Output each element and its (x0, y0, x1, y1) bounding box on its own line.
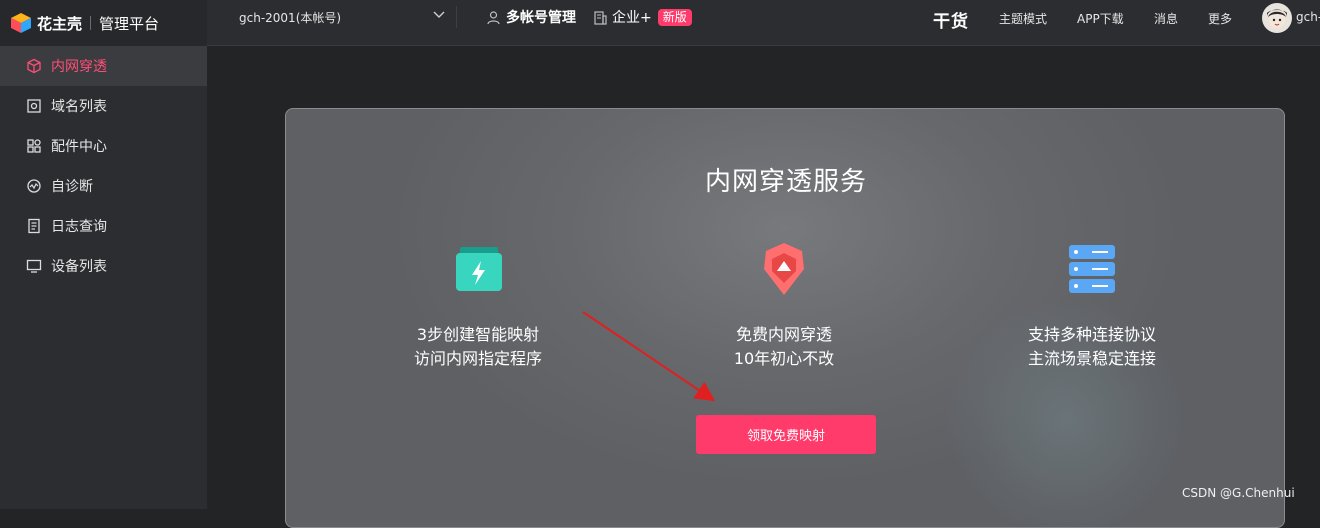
building-icon (594, 10, 607, 25)
sidebar-item-label: 设备列表 (51, 259, 107, 275)
multi-account-link[interactable]: 多帐号管理 (486, 7, 576, 27)
feature-free-intranet: 免费内网穿透 10年初心不改 (664, 239, 904, 371)
top-bar: 花主壳 管理平台 gch-2001(本帐号) 多帐号管理 企业+ 新版 干货 主… (0, 0, 1320, 46)
log-icon (28, 218, 40, 234)
feature-line2: 访问内网指定程序 (413, 349, 542, 368)
brand-subtitle: 管理平台 (99, 14, 160, 33)
sidebar-item-accessories[interactable]: 配件中心 (0, 126, 207, 166)
sidebar-item-label: 域名列表 (51, 99, 107, 115)
messages-link[interactable]: 消息 (1154, 10, 1178, 27)
enterprise-label: 企业+ (612, 10, 652, 26)
sidebar-item-label: 内网穿透 (51, 59, 107, 75)
feature-line2: 10年初心不改 (733, 349, 835, 368)
feature-line1: 支持多种连接协议 (1027, 325, 1156, 344)
multi-account-label: 多帐号管理 (506, 10, 576, 26)
avatar[interactable] (1262, 3, 1292, 33)
user-icon (487, 10, 500, 24)
feature-line2: 主流场景稳定连接 (1027, 349, 1156, 368)
chevron-down-icon[interactable] (432, 8, 446, 22)
brand-divider (90, 16, 92, 30)
monitor-icon (26, 259, 42, 273)
brand[interactable]: 花主壳 管理平台 (0, 0, 207, 46)
sidebar-item-domains[interactable]: 域名列表 (0, 86, 207, 126)
page-title: 内网穿透服务 (704, 167, 867, 197)
sidebar-item-logs[interactable]: 日志查询 (0, 206, 207, 246)
sidebar-item-devices[interactable]: 设备列表 (0, 246, 207, 286)
claim-free-mapping-button[interactable]: 领取免费映射 (696, 415, 876, 454)
avatar-face-icon (1267, 9, 1287, 28)
intranet-service-card: 内网穿透服务 3步创建智能映射 访问内网指定程序 免费内网穿透 10年初心不改 … (285, 108, 1285, 528)
grid-icon (27, 139, 41, 153)
feature-smart-mapping: 3步创建智能映射 访问内网指定程序 (358, 239, 598, 371)
enterprise-link[interactable]: 企业+ 新版 (593, 7, 692, 27)
logo-icon (11, 13, 31, 33)
username[interactable]: gch- (1296, 10, 1320, 24)
cube-icon (27, 58, 41, 74)
sidebar-item-diagnose[interactable]: 自诊断 (0, 166, 207, 206)
domain-icon (27, 99, 41, 113)
new-badge: 新版 (657, 8, 692, 26)
watermark: CSDN @G.Chenhui (1182, 486, 1295, 500)
sidebar-item-label: 日志查询 (51, 219, 107, 235)
sidebar: 内网穿透 域名列表 配件中心 自诊断 日志查询 设备列表 (0, 46, 207, 509)
divider (456, 6, 457, 28)
shield-arrow-icon (764, 243, 804, 295)
lightning-card-icon (456, 247, 502, 291)
dry-goods-link[interactable]: 干货 (933, 7, 969, 32)
theme-mode-link[interactable]: 主题模式 (999, 10, 1047, 27)
feature-protocols: 支持多种连接协议 主流场景稳定连接 (972, 239, 1212, 371)
sidebar-item-intranet[interactable]: 内网穿透 (0, 46, 207, 86)
server-stack-icon (1069, 245, 1115, 293)
sidebar-item-label: 配件中心 (51, 139, 107, 155)
more-link[interactable]: 更多 (1208, 10, 1232, 27)
brand-name: 花主壳 (37, 14, 83, 33)
app-download-link[interactable]: APP下载 (1077, 10, 1124, 27)
diagnose-icon (27, 179, 41, 193)
feature-line1: 3步创建智能映射 (416, 325, 540, 344)
sidebar-item-label: 自诊断 (51, 179, 93, 195)
account-selector[interactable]: gch-2001(本帐号) (239, 9, 341, 26)
feature-line1: 免费内网穿透 (735, 325, 832, 344)
